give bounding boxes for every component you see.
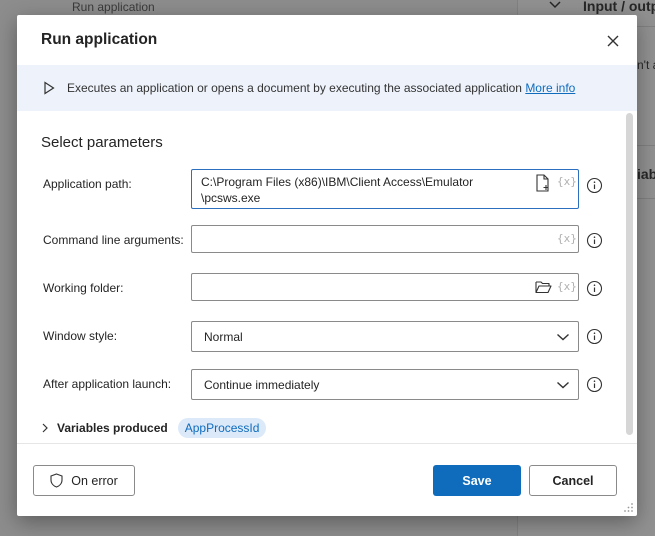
chevron-down-icon bbox=[557, 333, 569, 341]
file-picker-icon[interactable] bbox=[535, 174, 551, 192]
info-icon[interactable] bbox=[586, 328, 603, 345]
working-folder-label: Working folder: bbox=[43, 281, 124, 295]
application-path-input[interactable]: C:\Program Files (x86)\IBM\Client Access… bbox=[191, 169, 579, 209]
info-bar: Executes an application or opens a docum… bbox=[17, 65, 637, 111]
working-folder-input[interactable]: {x} bbox=[191, 273, 579, 301]
window-style-label: Window style: bbox=[43, 329, 118, 343]
on-error-label: On error bbox=[71, 473, 118, 488]
after-launch-label: After application launch: bbox=[43, 377, 172, 391]
footer-divider bbox=[17, 443, 637, 444]
more-info-link[interactable]: More info bbox=[525, 81, 575, 95]
variables-produced-toggle[interactable]: Variables produced AppProcessId bbox=[41, 418, 267, 438]
command-line-arguments-input[interactable]: {x} bbox=[191, 225, 579, 253]
variable-chip-appprocessid[interactable]: AppProcessId bbox=[177, 418, 267, 438]
chevron-down-icon bbox=[557, 381, 569, 389]
variables-produced-label: Variables produced bbox=[57, 421, 168, 435]
shield-icon bbox=[50, 473, 63, 488]
save-button[interactable]: Save bbox=[433, 465, 521, 496]
resize-grip-icon[interactable] bbox=[624, 503, 634, 513]
application-path-label: Application path: bbox=[43, 177, 132, 191]
dialog-title: Run application bbox=[41, 31, 158, 48]
variable-picker-icon[interactable]: {x} bbox=[557, 280, 577, 293]
on-error-button[interactable]: On error bbox=[33, 465, 135, 496]
section-title: Select parameters bbox=[41, 134, 163, 151]
variable-picker-icon[interactable]: {x} bbox=[557, 175, 577, 188]
scrollbar[interactable] bbox=[626, 113, 633, 435]
close-icon bbox=[607, 35, 619, 47]
command-line-arguments-label: Command line arguments: bbox=[43, 233, 184, 247]
window-style-selected: Normal bbox=[204, 330, 243, 344]
run-application-dialog: Run application Executes an application … bbox=[17, 15, 637, 516]
chevron-right-icon bbox=[42, 423, 48, 433]
info-icon[interactable] bbox=[586, 177, 603, 194]
cancel-button[interactable]: Cancel bbox=[529, 465, 617, 496]
info-icon[interactable] bbox=[586, 232, 603, 249]
dialog-header: Run application bbox=[17, 15, 637, 65]
application-path-line-1: C:\Program Files (x86)\IBM\Client Access… bbox=[201, 175, 474, 189]
close-button[interactable] bbox=[601, 29, 625, 53]
window-style-dropdown[interactable]: Normal bbox=[191, 321, 579, 352]
variable-picker-icon[interactable]: {x} bbox=[557, 232, 577, 245]
info-icon[interactable] bbox=[586, 376, 603, 393]
after-launch-selected: Continue immediately bbox=[204, 378, 320, 392]
play-icon bbox=[44, 81, 55, 95]
after-launch-dropdown[interactable]: Continue immediately bbox=[191, 369, 579, 400]
info-icon[interactable] bbox=[586, 280, 603, 297]
application-path-line-2: \pcsws.exe bbox=[201, 191, 261, 205]
description-text: Executes an application or opens a docum… bbox=[67, 81, 522, 95]
action-description: Executes an application or opens a docum… bbox=[67, 81, 575, 95]
folder-picker-icon[interactable] bbox=[535, 280, 552, 294]
